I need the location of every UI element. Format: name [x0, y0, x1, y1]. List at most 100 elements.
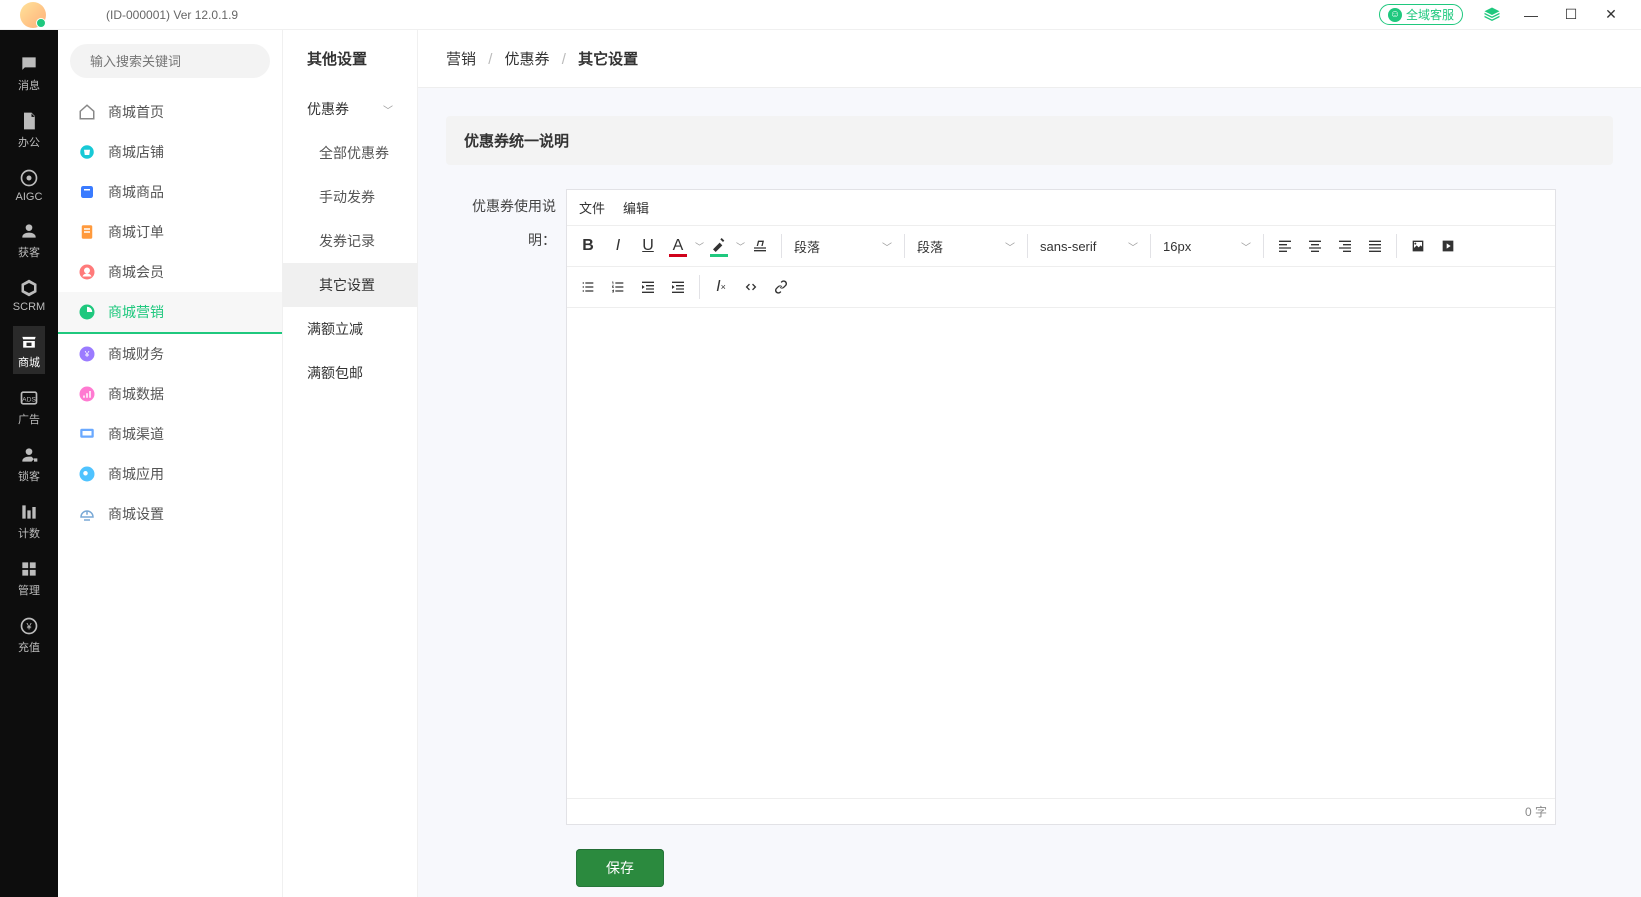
- finance-icon: ¥: [76, 343, 98, 365]
- mgmt-icon: [18, 558, 40, 580]
- menu-item-full-ship[interactable]: 满额包邮: [283, 351, 417, 395]
- shop-icon: [18, 330, 40, 352]
- rail-item-lock[interactable]: 锁客: [13, 440, 45, 488]
- insert-video-button[interactable]: [1433, 230, 1463, 262]
- menu-item-full-reduce[interactable]: 满额立减: [283, 307, 417, 351]
- tertiary-title: 其他设置: [283, 30, 417, 87]
- headset-icon: ☺: [1388, 8, 1402, 22]
- rail-item-label: 充值: [18, 639, 40, 655]
- remove-format-button[interactable]: I×: [706, 271, 736, 303]
- chevron-down-icon[interactable]: ﹀: [695, 240, 704, 253]
- bold-button[interactable]: B: [573, 230, 603, 262]
- sidebar-item-order[interactable]: 商城订单: [58, 212, 282, 252]
- align-left-button[interactable]: [1270, 230, 1300, 262]
- sidebar-item-data[interactable]: 商城数据: [58, 374, 282, 414]
- code-button[interactable]: [736, 271, 766, 303]
- rail-item-count[interactable]: 计数: [13, 497, 45, 545]
- breadcrumb-item[interactable]: 优惠券: [505, 51, 550, 68]
- sidebar-item-set[interactable]: 商城设置: [58, 494, 282, 534]
- insert-image-button[interactable]: [1403, 230, 1433, 262]
- aigc-icon: [18, 167, 40, 189]
- secondary-sidebar: 商城首页商城店铺商城商品商城订单商城会员商城营销¥商城财务商城数据商城渠道商城应…: [58, 30, 283, 897]
- search-input[interactable]: [90, 54, 266, 69]
- sidebar-item-goods[interactable]: 商城商品: [58, 172, 282, 212]
- chevron-down-icon[interactable]: ﹀: [736, 240, 745, 253]
- breadcrumb-current: 其它设置: [578, 51, 638, 68]
- rail-item-label: 办公: [18, 134, 40, 150]
- submenu-item-manual[interactable]: 手动发券: [283, 175, 417, 219]
- tertiary-sidebar: 其他设置 优惠券 ﹀ 全部优惠券手动发券发券记录其它设置 满额立减满额包邮: [283, 30, 418, 897]
- customer-service-label: 全域客服: [1406, 6, 1454, 23]
- font-size-select[interactable]: 16px﹀: [1157, 230, 1257, 262]
- sidebar-item-shop[interactable]: 商城店铺: [58, 132, 282, 172]
- layers-icon[interactable]: [1483, 6, 1501, 24]
- sidebar-item-label: 商城数据: [108, 384, 164, 404]
- sidebar-item-market[interactable]: 商城营销: [58, 292, 282, 334]
- clear-format-button[interactable]: [745, 230, 775, 262]
- rail-item-label: 锁客: [18, 468, 40, 484]
- content-area: 营销 / 优惠券 / 其它设置 优惠券统一说明 优惠券使用说明： 文件 编辑 B…: [418, 30, 1641, 897]
- align-center-button[interactable]: [1300, 230, 1330, 262]
- chevron-down-icon: ﹀: [862, 239, 892, 254]
- editor-menu-file[interactable]: 文件: [579, 198, 605, 217]
- svg-text:¥: ¥: [25, 621, 32, 631]
- sidebar-item-member[interactable]: 商城会员: [58, 252, 282, 292]
- rich-text-editor: 文件 编辑 B I U A﹀ ﹀ 段落﹀ 段落﹀: [566, 189, 1556, 825]
- rail-item-mgmt[interactable]: 管理: [13, 554, 45, 602]
- sidebar-item-channel[interactable]: 商城渠道: [58, 414, 282, 454]
- rail-item-leads[interactable]: 获客: [13, 216, 45, 264]
- menu-group-coupon[interactable]: 优惠券 ﹀: [283, 87, 417, 131]
- sidebar-item-app[interactable]: 商城应用: [58, 454, 282, 494]
- editor-menu-edit[interactable]: 编辑: [623, 198, 649, 217]
- editor-content-area[interactable]: [567, 308, 1555, 798]
- panel-title: 优惠券统一说明: [446, 116, 1613, 165]
- rail-item-msg[interactable]: 消息: [13, 49, 45, 97]
- close-button[interactable]: ✕: [1599, 6, 1623, 23]
- sidebar-item-label: 商城店铺: [108, 142, 164, 162]
- editor-toolbar-2: I×: [567, 267, 1555, 308]
- rail-item-aigc[interactable]: AIGC: [13, 163, 45, 207]
- shop-icon: [76, 141, 98, 163]
- font-family-select[interactable]: sans-serif﹀: [1034, 230, 1144, 262]
- submenu-item-log[interactable]: 发券记录: [283, 219, 417, 263]
- sidebar-item-label: 商城商品: [108, 182, 164, 202]
- paragraph-format-select[interactable]: 段落﹀: [911, 230, 1021, 262]
- rail-item-oa[interactable]: 办公: [13, 106, 45, 154]
- rail-item-label: 商城: [18, 354, 40, 370]
- menu-group-label: 优惠券: [307, 99, 349, 119]
- avatar[interactable]: [20, 2, 46, 28]
- rail-item-scrm[interactable]: SCRM: [13, 273, 45, 317]
- indent-button[interactable]: [663, 271, 693, 303]
- highlight-color-button[interactable]: [704, 230, 734, 262]
- link-button[interactable]: [766, 271, 796, 303]
- outdent-button[interactable]: [633, 271, 663, 303]
- align-right-button[interactable]: [1330, 230, 1360, 262]
- submenu-item-other[interactable]: 其它设置: [283, 263, 417, 307]
- underline-button[interactable]: U: [633, 230, 663, 262]
- rail-item-ads[interactable]: ADS广告: [13, 383, 45, 431]
- sidebar-item-label: 商城首页: [108, 102, 164, 122]
- market-icon: [76, 301, 98, 323]
- maximize-button[interactable]: ☐: [1559, 6, 1583, 23]
- sidebar-item-finance[interactable]: ¥商城财务: [58, 334, 282, 374]
- paragraph-style-select[interactable]: 段落﹀: [788, 230, 898, 262]
- minimize-button[interactable]: —: [1519, 7, 1543, 23]
- search-box[interactable]: [70, 44, 270, 78]
- ordered-list-button[interactable]: [603, 271, 633, 303]
- sidebar-item-label: 商城订单: [108, 222, 164, 242]
- breadcrumb-item[interactable]: 营销: [446, 51, 476, 68]
- text-color-button[interactable]: A: [663, 230, 693, 262]
- sidebar-item-home[interactable]: 商城首页: [58, 92, 282, 132]
- align-justify-button[interactable]: [1360, 230, 1390, 262]
- rail-item-recharge[interactable]: ¥ 充值: [13, 611, 45, 659]
- rail-item-shop[interactable]: 商城: [13, 326, 45, 374]
- customer-service-badge[interactable]: ☺ 全域客服: [1379, 4, 1463, 25]
- rail-item-label: 计数: [18, 525, 40, 541]
- unordered-list-button[interactable]: [573, 271, 603, 303]
- titlebar: (ID-000001) Ver 12.0.1.9 ☺ 全域客服 — ☐ ✕: [0, 0, 1641, 30]
- oa-icon: [18, 110, 40, 132]
- rail-item-label: 消息: [18, 77, 40, 93]
- save-button[interactable]: 保存: [576, 849, 664, 887]
- italic-button[interactable]: I: [603, 230, 633, 262]
- submenu-item-all[interactable]: 全部优惠券: [283, 131, 417, 175]
